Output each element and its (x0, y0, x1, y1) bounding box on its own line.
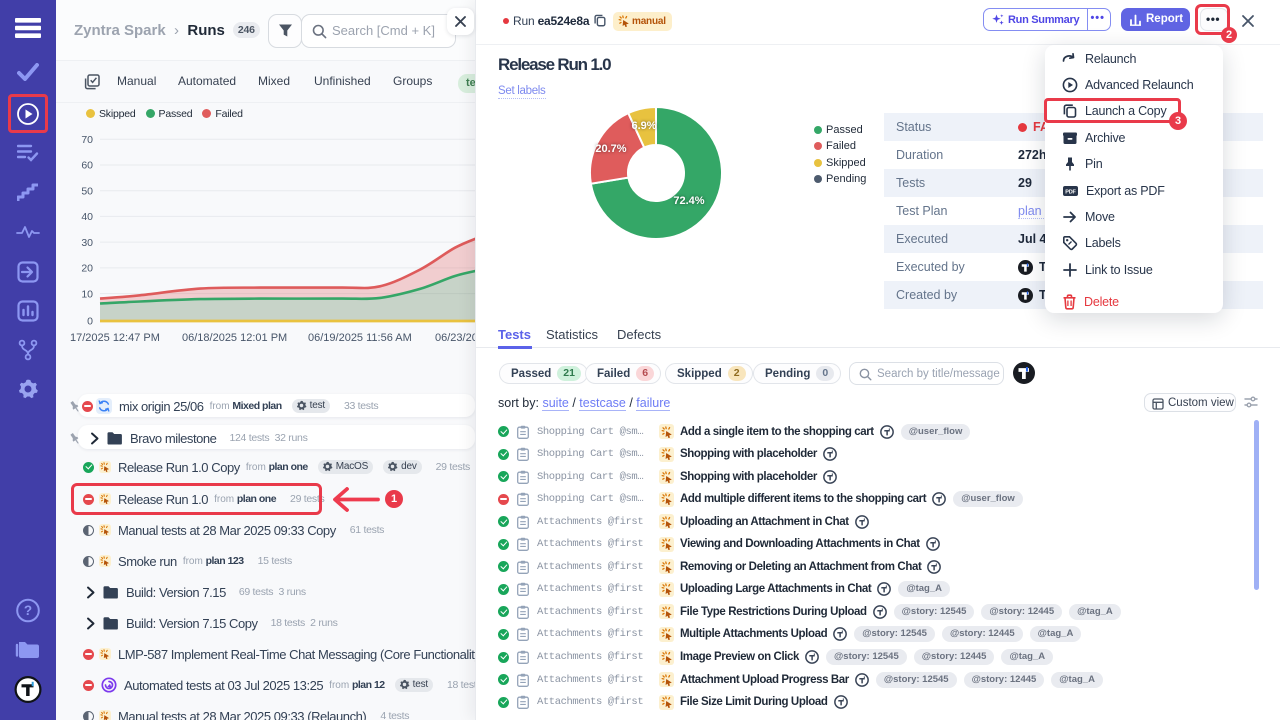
svg-text:50: 50 (81, 185, 93, 197)
svg-text:20.7%: 20.7% (595, 143, 626, 155)
svg-text:20: 20 (81, 263, 93, 275)
svg-text:6.9%: 6.9% (631, 120, 656, 132)
svg-text:06/23/202: 06/23/202 (435, 332, 475, 344)
svg-text:?: ? (24, 603, 32, 618)
svg-text:06/19/2025 11:56 AM: 06/19/2025 11:56 AM (308, 332, 412, 344)
svg-text:30: 30 (81, 237, 93, 249)
svg-text:70: 70 (81, 134, 93, 146)
svg-text:72.4%: 72.4% (673, 195, 704, 207)
svg-text:40: 40 (81, 211, 93, 223)
svg-text:0: 0 (87, 316, 93, 328)
svg-text:PDF: PDF (1065, 190, 1076, 196)
svg-text:10: 10 (81, 288, 93, 300)
svg-text:06/18/2025 12:01 PM: 06/18/2025 12:01 PM (182, 332, 287, 344)
svg-text:60: 60 (81, 160, 93, 172)
svg-text:17/2025 12:47 PM: 17/2025 12:47 PM (70, 332, 160, 344)
